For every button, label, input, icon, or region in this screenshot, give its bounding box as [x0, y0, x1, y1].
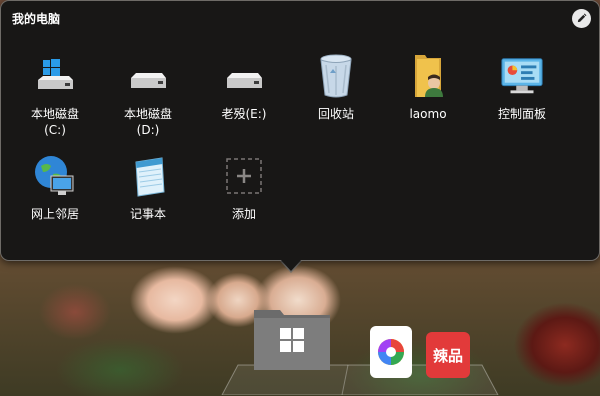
item-laomo[interactable]: laomo: [383, 53, 473, 122]
item-label: 本地磁盘: [30, 107, 79, 121]
item-label: 控制面板: [497, 107, 546, 121]
panel-title: 我的电脑: [12, 12, 61, 26]
recycle-bin-icon: [313, 53, 359, 99]
add-icon: [221, 153, 267, 199]
item-label: 本地磁盘: [123, 107, 172, 121]
windows-drive-icon: [32, 53, 78, 99]
pencil-icon: [577, 13, 587, 23]
drive-icon: [221, 53, 267, 99]
item-control-panel[interactable]: 控制面板: [477, 53, 567, 122]
lapin-app-label: 辣品: [432, 346, 463, 365]
my-computer-panel: 我的电脑 本地磁盘 (C:) 本地磁盘 (D:) 老殁(E:) 回收站 laom…: [0, 0, 600, 261]
item-recycle-bin[interactable]: 回收站: [291, 53, 381, 122]
item-drive-e[interactable]: 老殁(E:): [199, 53, 289, 122]
user-folder-icon: [405, 53, 451, 99]
item-label: 老殁(E:): [221, 107, 267, 121]
item-local-disk-c[interactable]: 本地磁盘 (C:): [10, 53, 100, 138]
windows-folder-icon[interactable]: [252, 308, 332, 372]
drive-icon: [125, 53, 171, 99]
network-globe-icon: [32, 153, 78, 199]
edit-button[interactable]: [572, 9, 591, 28]
panel-pointer: [280, 259, 302, 271]
item-label: 回收站: [317, 107, 354, 121]
item-label: 记事本: [129, 207, 166, 221]
item-notepad[interactable]: 记事本: [103, 153, 193, 222]
item-network[interactable]: 网上邻居: [10, 153, 100, 222]
item-label: 添加: [231, 207, 256, 221]
lapin-app-icon[interactable]: 辣品: [426, 332, 470, 378]
item-label: laomo: [409, 107, 447, 121]
item-label: 网上邻居: [30, 207, 79, 221]
item-sublabel: (D:): [136, 123, 160, 137]
color-wheel-app-icon[interactable]: [370, 326, 412, 378]
notepad-icon: [125, 153, 171, 199]
item-local-disk-d[interactable]: 本地磁盘 (D:): [103, 53, 193, 138]
item-add[interactable]: 添加: [199, 153, 289, 222]
control-panel-icon: [499, 53, 545, 99]
item-sublabel: (C:): [44, 123, 66, 137]
